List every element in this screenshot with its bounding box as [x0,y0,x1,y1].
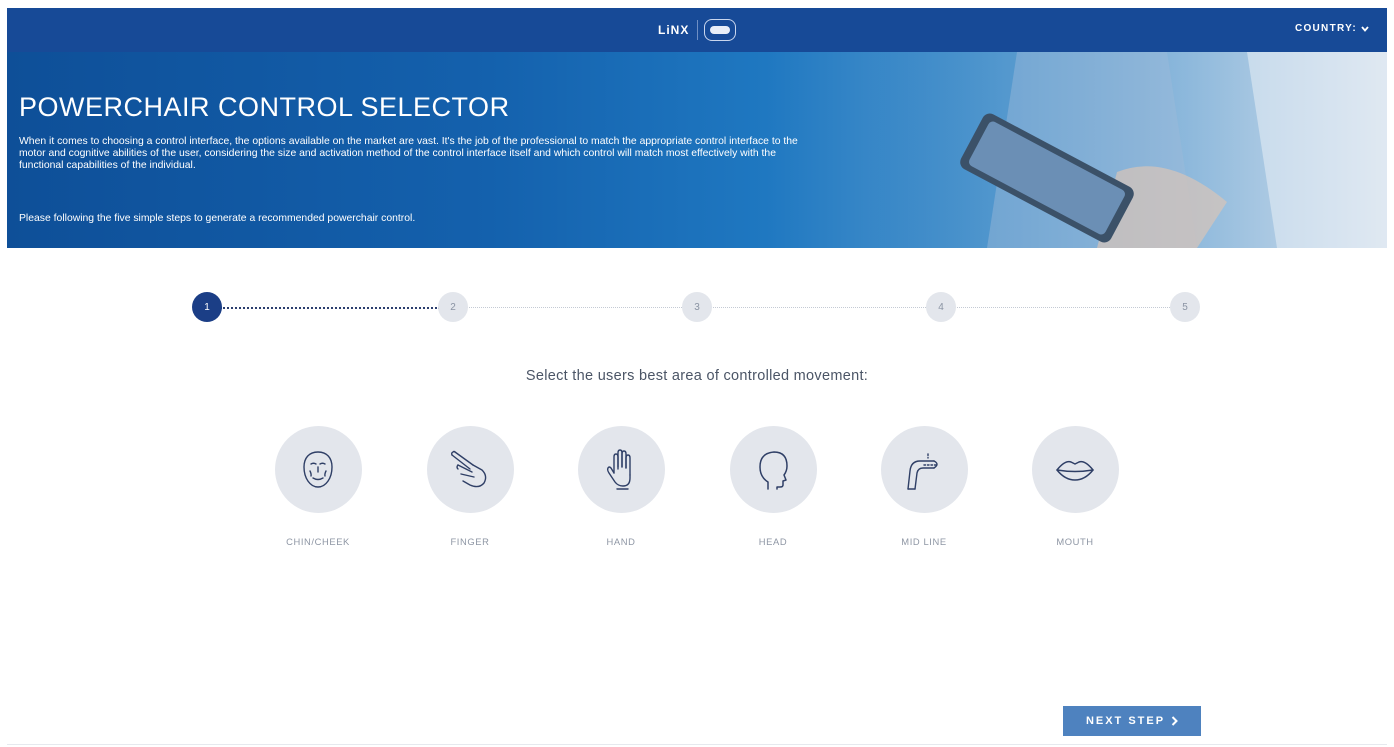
option-label: MOUTH [1056,536,1094,547]
option-circle[interactable] [426,426,514,513]
selection-prompt: Select the users best area of controlled… [525,368,869,384]
hero-banner: POWERCHAIR CONTROL SELECTOR When it come… [7,52,1387,248]
step-1[interactable]: 1 [192,292,222,322]
option-hand[interactable]: HAND [561,426,681,547]
option-circle[interactable] [729,426,817,513]
lips-icon [1056,460,1094,481]
page-title: POWERCHAIR CONTROL SELECTOR [19,92,510,122]
step-connector [466,307,1174,308]
option-circle[interactable] [880,426,968,513]
option-circle[interactable] [1031,426,1119,513]
footer-divider [7,744,1387,745]
knee-icon [907,452,939,490]
brand-divider [697,20,699,40]
face-icon [303,450,333,488]
option-label: MID LINE [901,536,947,547]
hero-instructions: Please following the five simple steps t… [19,213,416,224]
step-connector-completed [220,307,440,309]
next-step-label: NEXT STEP [1085,715,1166,727]
option-circle[interactable] [577,426,665,513]
brand-text: LiNX [658,23,690,37]
head-icon [759,450,788,490]
option-head[interactable]: HEAD [713,426,833,547]
finger-icon [450,450,487,487]
country-selector[interactable]: COUNTRY: [1295,23,1369,34]
hand-icon [606,448,631,490]
option-label: HAND [606,536,636,547]
step-4[interactable]: 4 [926,292,956,322]
option-chin-cheek[interactable]: CHIN/CHEEK [258,426,378,547]
option-circle[interactable] [274,426,362,513]
country-label: COUNTRY: [1294,23,1357,34]
top-bar: LiNX COUNTRY: [7,8,1387,52]
progress-stepper: 1 2 3 4 5 [0,290,1394,324]
next-step-button[interactable]: NEXT STEP [1063,706,1201,736]
step-3[interactable]: 3 [682,292,712,322]
option-label: CHIN/CHEEK [286,536,350,547]
step-2[interactable]: 2 [438,292,468,322]
brand-emblem-icon [704,19,737,41]
hero-description: When it comes to choosing a control inte… [19,136,798,171]
option-finger[interactable]: FINGER [410,426,530,547]
option-mid-line[interactable]: MID LINE [864,426,984,547]
step-5[interactable]: 5 [1170,292,1200,322]
option-label: HEAD [758,536,788,547]
hero-image [867,52,1387,248]
brand-logo[interactable]: LiNX [658,18,737,42]
chevron-down-icon [1361,25,1369,32]
option-mouth[interactable]: MOUTH [1015,426,1135,547]
chevron-right-icon [1171,716,1178,726]
option-label: FINGER [450,536,490,547]
